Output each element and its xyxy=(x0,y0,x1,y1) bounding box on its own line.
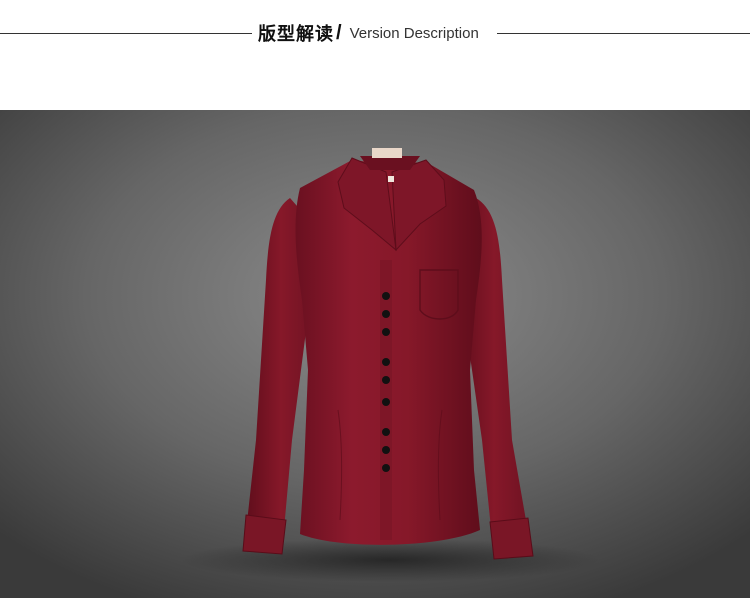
size-tag xyxy=(388,176,394,182)
section-title-chinese: 版型解读 xyxy=(258,24,334,45)
shirt-illustration xyxy=(0,110,750,598)
section-title: 版型解读 / Version Description xyxy=(258,19,479,47)
product-photo xyxy=(0,110,750,598)
header-rule-right xyxy=(497,33,750,34)
section-title-english: Version Description xyxy=(349,24,479,42)
shirt-button xyxy=(382,376,390,384)
section-header: 版型解读 / Version Description xyxy=(0,0,750,110)
shirt-button xyxy=(382,328,390,336)
shirt-button xyxy=(382,446,390,454)
right-cuff xyxy=(489,517,534,560)
section-title-separator: / xyxy=(336,21,342,44)
shirt-button xyxy=(382,428,390,436)
shirt-button xyxy=(382,310,390,318)
inner-neck xyxy=(360,156,420,170)
neck-label xyxy=(372,148,402,158)
shirt-button xyxy=(382,398,390,406)
shirt-button xyxy=(382,292,390,300)
header-rule-left xyxy=(0,33,252,34)
shirt-button xyxy=(382,358,390,366)
left-cuff xyxy=(242,514,287,555)
shirt-button xyxy=(382,464,390,472)
